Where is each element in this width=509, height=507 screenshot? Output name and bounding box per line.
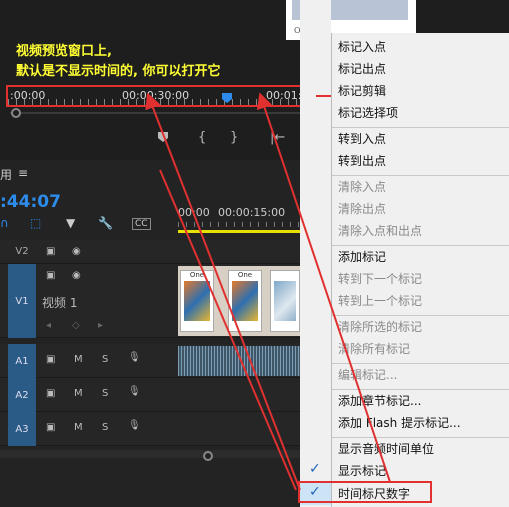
annotation-arrow <box>145 92 301 491</box>
annotation-guide <box>170 30 320 40</box>
annotation-arrows <box>145 30 391 491</box>
annotation-arrow <box>159 169 297 491</box>
annotation-arrow <box>256 92 391 483</box>
